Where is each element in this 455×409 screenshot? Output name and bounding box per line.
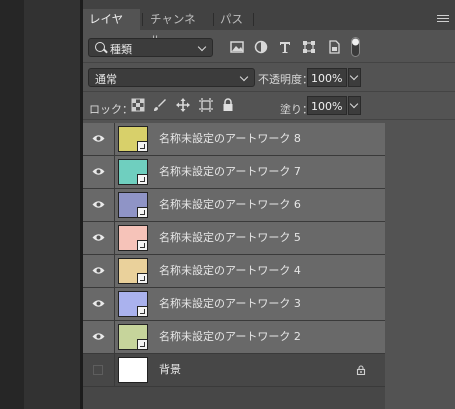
layer-thumbnail	[118, 291, 148, 317]
eye-icon	[92, 168, 105, 175]
hidden-visibility-box	[93, 365, 103, 375]
smart-object-filter-icon[interactable]	[326, 39, 342, 55]
visibility-toggle[interactable]	[83, 354, 115, 386]
visibility-toggle[interactable]	[83, 222, 115, 254]
row-divider	[83, 62, 455, 63]
chevron-down-icon	[239, 72, 249, 82]
artboard-icon[interactable]	[199, 98, 213, 112]
eye-icon	[92, 135, 105, 142]
layer-name: 名称未設定のアートワーク 8	[159, 132, 301, 145]
layer-row[interactable]: 名称未設定のアートワーク 2	[83, 321, 385, 354]
layer-row[interactable]: 名称未設定のアートワーク 8	[83, 123, 385, 156]
layer-thumbnail	[118, 324, 148, 350]
eye-icon	[92, 300, 105, 307]
layer-row[interactable]: 名称未設定のアートワーク 4	[83, 255, 385, 288]
lock-icon[interactable]	[356, 365, 366, 375]
row-divider	[83, 91, 455, 92]
layer-thumbnail	[118, 357, 148, 383]
panel-tab-bar: レイヤー チャンネル パス	[83, 0, 455, 47]
pixel-filter-icon[interactable]	[229, 39, 245, 55]
smart-object-badge-icon	[137, 240, 148, 251]
visibility-toggle[interactable]	[83, 321, 115, 353]
visibility-toggle[interactable]	[83, 255, 115, 287]
fill-input[interactable]: 100%	[307, 96, 347, 115]
layer-name: 名称未設定のアートワーク 3	[159, 297, 301, 310]
workspace-gap	[24, 0, 80, 409]
smart-object-badge-icon	[137, 207, 148, 218]
tab-paths[interactable]: パス	[214, 9, 252, 30]
opacity-dropdown[interactable]	[348, 68, 361, 87]
layer-name: 名称未設定のアートワーク 2	[159, 330, 301, 343]
tab-separator	[142, 13, 143, 26]
lock-image-icon[interactable]	[153, 98, 167, 112]
layer-name: 名称未設定のアートワーク 7	[159, 165, 301, 178]
opacity-label: 不透明度：	[258, 73, 313, 86]
layers-panel: レイヤー チャンネル パス 種類	[83, 0, 455, 409]
visibility-toggle[interactable]	[83, 189, 115, 221]
eye-icon	[92, 234, 105, 241]
lock-all-icon[interactable]	[221, 98, 235, 112]
row-divider	[83, 119, 455, 120]
lock-position-icon[interactable]	[176, 98, 190, 112]
lock-transparency-icon[interactable]	[131, 98, 145, 112]
tab-channels[interactable]: チャンネル	[144, 9, 212, 47]
layer-row-background[interactable]: 背景	[83, 354, 385, 387]
panel-menu-icon[interactable]	[437, 15, 449, 24]
shape-filter-icon[interactable]	[301, 39, 317, 55]
layer-row[interactable]: 名称未設定のアートワーク 6	[83, 189, 385, 222]
layer-thumbnail	[118, 159, 148, 185]
panel-margin	[385, 123, 455, 409]
fill-dropdown[interactable]	[348, 96, 361, 115]
type-filter-icon[interactable]	[277, 39, 293, 55]
blend-mode-label: 通常	[95, 73, 117, 86]
visibility-toggle[interactable]	[83, 123, 115, 155]
smart-object-badge-icon	[137, 174, 148, 185]
smart-object-badge-icon	[137, 273, 148, 284]
layer-row[interactable]: 名称未設定のアートワーク 3	[83, 288, 385, 321]
opacity-input[interactable]: 100%	[307, 68, 347, 87]
search-icon	[95, 42, 105, 52]
eye-icon	[92, 333, 105, 340]
tab-layers[interactable]: レイヤー	[83, 9, 140, 47]
visibility-toggle[interactable]	[83, 156, 115, 188]
blend-mode-select[interactable]: 通常	[88, 68, 255, 87]
smart-object-badge-icon	[137, 141, 148, 152]
filter-kind-select[interactable]: 種類	[88, 38, 213, 57]
visibility-toggle[interactable]	[83, 288, 115, 320]
canvas-edge	[0, 0, 24, 409]
layers-list: 名称未設定のアートワーク 8 名称未設定のアートワーク 7 名称未設定のアートワ…	[83, 123, 385, 409]
layer-name: 背景	[159, 363, 181, 376]
layer-thumbnail	[118, 225, 148, 251]
smart-object-badge-icon	[137, 339, 148, 350]
layer-thumbnail	[118, 192, 148, 218]
layer-filter-row: 種類	[83, 36, 455, 60]
smart-object-badge-icon	[137, 306, 148, 317]
chevron-down-icon	[349, 99, 359, 109]
chevron-down-icon	[197, 42, 207, 52]
layer-thumbnail	[118, 126, 148, 152]
layer-thumbnail	[118, 258, 148, 284]
lock-label: ロック：	[89, 103, 133, 116]
layer-name: 名称未設定のアートワーク 4	[159, 264, 301, 277]
eye-icon	[92, 267, 105, 274]
layer-name: 名称未設定のアートワーク 5	[159, 231, 301, 244]
filter-kind-label: 種類	[110, 43, 132, 56]
adjustment-filter-icon[interactable]	[253, 39, 269, 55]
layer-row[interactable]: 名称未設定のアートワーク 7	[83, 156, 385, 189]
chevron-down-icon	[349, 71, 359, 81]
tab-separator	[253, 13, 254, 26]
filter-toggle-icon[interactable]	[351, 37, 360, 57]
eye-icon	[92, 201, 105, 208]
layer-name: 名称未設定のアートワーク 6	[159, 198, 301, 211]
layer-row[interactable]: 名称未設定のアートワーク 5	[83, 222, 385, 255]
